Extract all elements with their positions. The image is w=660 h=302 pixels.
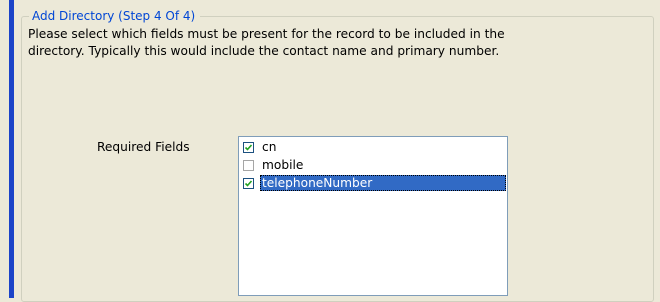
check-icon (244, 143, 253, 151)
required-fields-label: Required Fields (97, 140, 190, 154)
list-item-cn[interactable]: cn (240, 138, 506, 156)
list-item-label: mobile (262, 157, 304, 172)
list-item-label: telephoneNumber (260, 175, 506, 191)
list-item-mobile[interactable]: mobile (240, 156, 506, 174)
list-item-telephonenumber[interactable]: telephoneNumber (240, 174, 506, 192)
checkbox-cn[interactable] (243, 141, 254, 153)
group-legend: Add Directory (Step 4 Of 4) (29, 9, 201, 23)
instructions-text: Please select which fields must be prese… (28, 27, 505, 58)
checkbox-mobile[interactable] (243, 159, 254, 171)
checkbox-telephonenumber[interactable] (243, 177, 254, 189)
required-fields-listbox[interactable]: cn mobile telephoneNumber (238, 136, 508, 296)
list-item-label: cn (262, 139, 277, 154)
window-edge-accent (9, 0, 14, 298)
check-icon (244, 179, 253, 187)
